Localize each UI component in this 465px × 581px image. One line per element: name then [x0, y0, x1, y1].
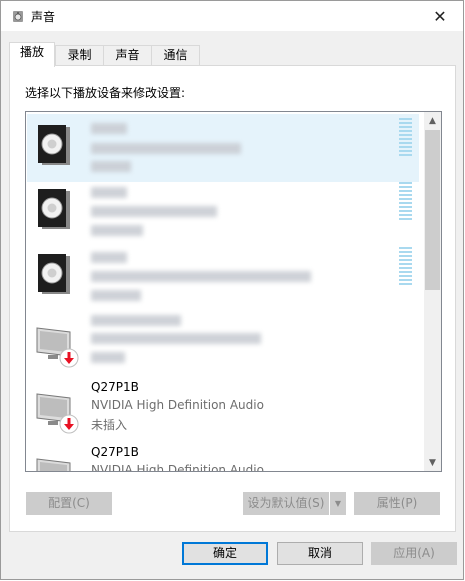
redacted-line [91, 271, 311, 282]
vertical-scrollbar[interactable]: ▲ ▼ [424, 112, 441, 471]
device-list[interactable]: Q27P1B NVIDIA High Definition Audio 未插入 … [25, 111, 442, 472]
chevron-down-icon: ▼ [429, 457, 436, 468]
redacted-status [91, 352, 125, 363]
device-driver: NVIDIA High Definition Audio [91, 463, 264, 472]
redacted-line [91, 333, 261, 344]
redacted-status [91, 161, 131, 172]
volume-meter [399, 182, 412, 222]
device-item-6[interactable]: Q27P1B NVIDIA High Definition Audio [27, 439, 419, 472]
device-name: Q27P1B [91, 380, 139, 394]
set-default-button[interactable]: 设为默认值(S) [243, 492, 329, 515]
redacted-line [91, 206, 217, 217]
device-item-1[interactable] [27, 114, 419, 182]
title-bar: 声音 ✕ [1, 1, 463, 31]
close-icon: ✕ [433, 6, 447, 26]
volume-meter [399, 118, 412, 158]
speaker-device-icon [38, 189, 70, 229]
scroll-thumb[interactable] [425, 130, 440, 290]
chevron-down-icon: ▼ [334, 499, 342, 508]
set-default-dropdown[interactable]: ▼ [330, 492, 346, 515]
device-item-2[interactable] [27, 178, 419, 246]
scroll-up-button[interactable]: ▲ [424, 112, 441, 129]
disconnected-icon [59, 348, 79, 368]
window-title: 声音 [31, 10, 56, 24]
ok-button[interactable]: 确定 [182, 542, 268, 565]
speaker-icon [13, 11, 23, 22]
apply-button[interactable]: 应用(A) [371, 542, 457, 565]
tab-communications[interactable]: 通信 [151, 45, 200, 65]
redacted-name [91, 123, 127, 134]
speaker-device-icon [38, 254, 70, 294]
redacted-status [91, 290, 141, 301]
redacted-name [91, 315, 181, 326]
redacted-name [91, 252, 127, 263]
redacted-line [91, 143, 241, 154]
tab-sounds[interactable]: 声音 [103, 45, 152, 65]
redacted-name [91, 187, 127, 198]
configure-button[interactable]: 配置(C) [26, 492, 112, 515]
disconnected-icon [59, 414, 79, 434]
properties-button[interactable]: 属性(P) [354, 492, 440, 515]
tab-recording[interactable]: 录制 [55, 45, 104, 65]
monitor-device-icon [36, 458, 71, 471]
cancel-button[interactable]: 取消 [277, 542, 363, 565]
scroll-down-button[interactable]: ▼ [424, 454, 441, 471]
device-driver: NVIDIA High Definition Audio [91, 398, 264, 412]
instruction-label: 选择以下播放设备来修改设置: [25, 86, 186, 100]
tab-panel: 选择以下播放设备来修改设置: Q27P1B NVIDIA High Defini… [9, 65, 456, 532]
device-item-4[interactable] [27, 308, 419, 376]
volume-meter [399, 247, 412, 287]
device-name: Q27P1B [91, 445, 139, 459]
sound-dialog: 声音 ✕ 播放 录制 声音 通信 选择以下播放设备来修改设置: Q27P1B N… [0, 0, 464, 580]
speaker-device-icon [38, 125, 70, 165]
device-item-5[interactable]: Q27P1B NVIDIA High Definition Audio 未插入 [27, 374, 419, 442]
tab-playback[interactable]: 播放 [9, 42, 55, 67]
close-button[interactable]: ✕ [417, 1, 463, 31]
device-item-3[interactable] [27, 243, 419, 311]
redacted-status [91, 225, 143, 236]
device-status: 未插入 [91, 418, 128, 432]
chevron-up-icon: ▲ [429, 115, 436, 126]
